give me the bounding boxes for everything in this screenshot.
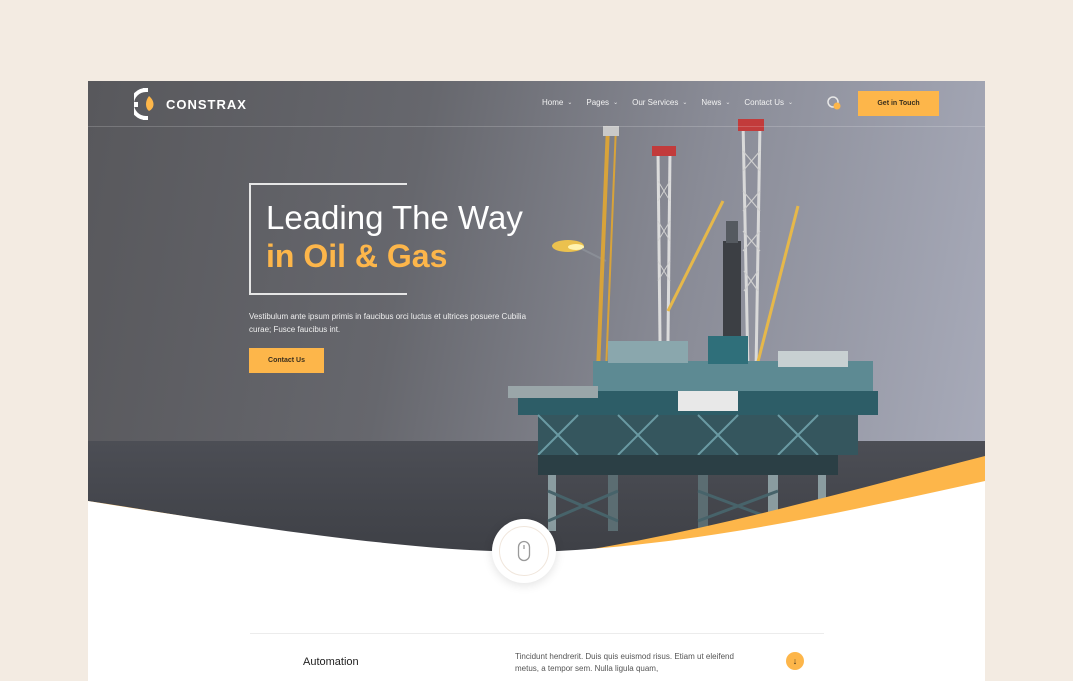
chevron-down-icon: ⌄ [613,100,619,106]
hero-title-highlight: in Oil & Gas [266,238,448,274]
contact-us-button[interactable]: Contact Us [249,348,324,373]
mouse-icon [517,540,531,562]
scroll-ring [499,526,549,576]
scroll-down-button[interactable] [492,519,556,583]
hero-description: Vestibulum ante ipsum primis in faucibus… [249,312,527,334]
arrow-down-icon[interactable]: ↓ [786,652,804,670]
nav-item-home[interactable]: Home ⌄ [542,98,572,107]
chevron-down-icon: ⌄ [787,100,794,106]
main-nav: Home ⌄ Pages ⌄ Our Services ⌄ News ⌄ Con… [542,98,807,107]
page-frame: CONSTRAX Home ⌄ Pages ⌄ Our Services ⌄ N… [88,81,985,681]
get-in-touch-button[interactable]: Get in Touch [858,91,939,116]
logo-text: CONSTRAX [166,96,247,112]
section-divider [250,633,824,634]
logo[interactable]: CONSTRAX [134,87,247,121]
cart-icon[interactable] [826,95,842,111]
nav-label: Home [542,98,564,107]
hero-title: Leading The Way [266,199,523,236]
feature-description: Tincidunt hendrerit. Duis quis euismod r… [515,652,734,673]
chevron-down-icon: ⌄ [682,100,688,106]
nav-item-pages[interactable]: Pages ⌄ [586,98,618,107]
site-header: CONSTRAX Home ⌄ Pages ⌄ Our Services ⌄ N… [88,81,985,127]
chevron-down-icon: ⌄ [567,100,573,106]
nav-item-news[interactable]: News ⌄ [701,98,730,107]
nav-label: Contact Us [744,98,784,107]
feature-title: Automation [303,656,359,668]
nav-label: Pages [586,98,610,107]
nav-label: Our Services [632,98,679,107]
logo-gear-icon [134,88,154,120]
nav-item-contact-us[interactable]: Contact Us ⌄ [744,98,793,107]
nav-item-our-services[interactable]: Our Services ⌄ [632,98,687,107]
chevron-down-icon: ⌄ [725,100,731,106]
nav-label: News [701,98,722,107]
